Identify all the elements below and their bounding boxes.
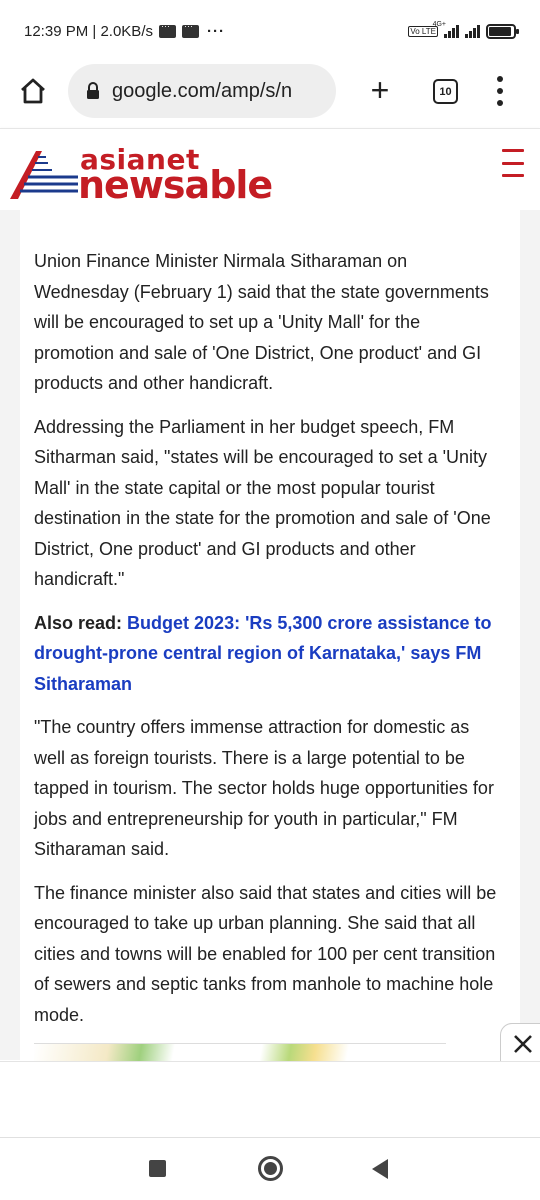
status-time: 12:39 PM | 2.0KB/s: [24, 22, 153, 40]
article-paragraph: Addressing the Parliament in her budget …: [34, 416, 491, 590]
home-circle-icon[interactable]: [258, 1156, 283, 1181]
logo-text-bottom: newsable: [78, 163, 273, 207]
also-read: Also read: Budget 2023: 'Rs 5,300 crore …: [34, 608, 504, 700]
more-notifications-icon: ···: [206, 22, 225, 40]
recent-apps-icon[interactable]: [149, 1160, 166, 1177]
back-icon[interactable]: [372, 1159, 388, 1179]
signal-icon: [444, 24, 459, 38]
ad-container: [0, 1061, 540, 1137]
browser-toolbar: google.com/amp/s/n + 10: [0, 62, 540, 120]
network-type-label: 4G+: [432, 21, 446, 28]
site-header: asianet newsable: [0, 128, 540, 210]
article-paragraph: The finance minister also said that stat…: [34, 882, 497, 1025]
hamburger-menu-icon[interactable]: [502, 149, 524, 177]
signal-secondary-icon: [465, 24, 480, 38]
article-paragraph: "The country offers immense attraction f…: [34, 717, 494, 859]
system-navigation-bar: [0, 1137, 540, 1200]
article-body: Union Finance Minister Nirmala Sitharama…: [34, 246, 504, 1043]
battery-icon: [486, 23, 519, 39]
close-ad-button[interactable]: [500, 1023, 540, 1063]
home-icon[interactable]: [18, 76, 48, 106]
message-notification-icon: [158, 21, 176, 38]
tab-switcher-button[interactable]: 10: [433, 79, 458, 104]
address-bar[interactable]: google.com/amp/s/n: [68, 64, 336, 118]
article-paragraph: Union Finance Minister Nirmala Sitharama…: [34, 251, 489, 393]
new-tab-button[interactable]: +: [366, 74, 394, 106]
site-logo[interactable]: asianet newsable: [8, 137, 278, 207]
lock-icon: [87, 82, 99, 99]
browser-menu-icon[interactable]: [496, 76, 504, 106]
url-text[interactable]: google.com/amp/s/n: [112, 80, 292, 103]
ad-banner-image[interactable]: [34, 1043, 446, 1061]
also-read-label: Also read:: [34, 612, 123, 633]
chat-notification-icon: [181, 21, 199, 38]
status-bar: 12:39 PM | 2.0KB/s ··· Vo LTE 4G+: [0, 0, 540, 62]
close-icon: [513, 1034, 532, 1053]
logo-mark-icon: [10, 151, 78, 199]
